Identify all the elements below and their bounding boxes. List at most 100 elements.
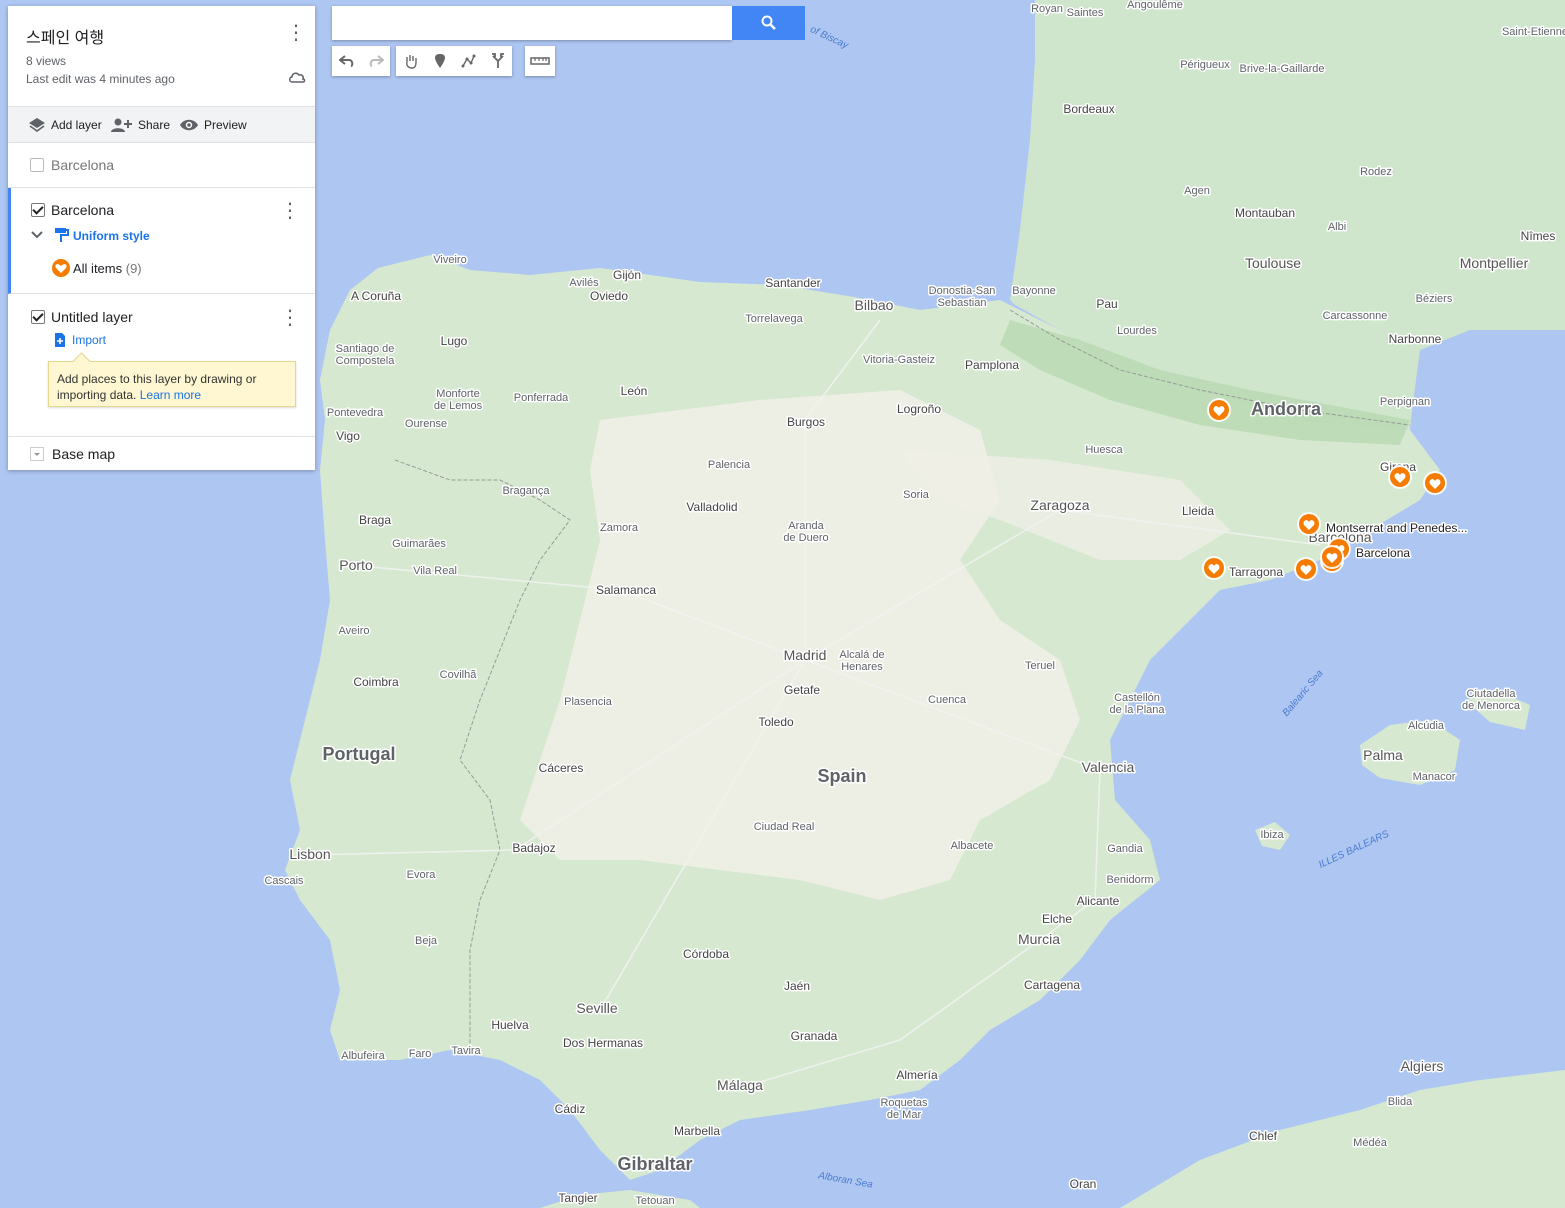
- city-label: Donostia-San Sebastian: [929, 285, 996, 309]
- layer-checkbox[interactable]: [31, 203, 45, 217]
- city-label: Granada: [791, 1029, 838, 1043]
- city-label: Blida: [1388, 1096, 1413, 1108]
- layer-name[interactable]: Barcelona: [51, 202, 114, 218]
- city-label: Oviedo: [590, 289, 628, 303]
- city-label: Cuenca: [928, 694, 967, 706]
- map-options-menu-icon[interactable]: ⋮: [284, 20, 308, 44]
- layers-icon: [29, 117, 45, 132]
- marker-label-barcelona[interactable]: Barcelona: [1355, 545, 1412, 562]
- city-label: Torrelavega: [745, 313, 803, 325]
- country-label-portugal: Portugal: [322, 744, 395, 764]
- city-label: Coimbra: [353, 675, 399, 689]
- city-label: Badajoz: [512, 841, 555, 855]
- city-label: Faro: [409, 1048, 432, 1060]
- import-link[interactable]: Import: [72, 333, 106, 347]
- city-label: Vila Real: [413, 565, 457, 577]
- heart-map-marker[interactable]: [1202, 556, 1226, 580]
- city-label: Royan: [1031, 3, 1063, 15]
- base-map-row[interactable]: Base map: [8, 437, 315, 470]
- marker-label-montserrat[interactable]: Montserrat and Penedes...: [1325, 520, 1469, 537]
- heart-map-marker[interactable]: [1388, 465, 1412, 489]
- layer-checkbox[interactable]: [30, 158, 44, 172]
- city-label: Gijón: [613, 268, 641, 282]
- chevron-down-icon[interactable]: [30, 230, 44, 240]
- heart-map-marker[interactable]: [1320, 545, 1344, 569]
- city-label: Tetouan: [635, 1195, 674, 1207]
- search-button[interactable]: [732, 6, 805, 40]
- city-label: Ibiza: [1260, 829, 1284, 841]
- city-label: Lleida: [1182, 504, 1214, 518]
- city-label: Cáceres: [539, 761, 584, 775]
- city-label: Cascais: [264, 875, 304, 887]
- city-label: Alcúdia: [1408, 720, 1445, 732]
- city-label: Saint-Etienne: [1502, 26, 1565, 38]
- city-label: Avilés: [569, 277, 599, 289]
- city-label: Pontevedra: [327, 407, 384, 419]
- add-marker-button[interactable]: [425, 46, 454, 76]
- heart-map-marker[interactable]: [1207, 398, 1231, 422]
- hand-icon: [405, 55, 417, 69]
- city-label: Almería: [896, 1068, 938, 1082]
- learn-more-link[interactable]: Learn more: [140, 388, 201, 402]
- city-label: Brive-la-Gaillarde: [1240, 63, 1325, 75]
- city-label: Perpignan: [1380, 396, 1430, 408]
- base-map-expand-icon[interactable]: [30, 447, 44, 461]
- draw-line-button[interactable]: [454, 46, 483, 76]
- add-directions-button[interactable]: [483, 46, 512, 76]
- city-label: Angoulême: [1127, 0, 1183, 11]
- city-label: Gandia: [1107, 843, 1143, 855]
- city-label: Agen: [1184, 185, 1210, 197]
- city-label: Lugo: [441, 334, 468, 348]
- city-label: Périgueux: [1180, 59, 1230, 71]
- city-label: Montpellier: [1460, 255, 1529, 271]
- search-input[interactable]: [332, 6, 732, 40]
- city-label: Beja: [415, 935, 438, 947]
- undo-button[interactable]: [332, 46, 361, 76]
- undo-icon: [338, 55, 353, 67]
- all-items-label: All items: [73, 261, 123, 276]
- redo-button[interactable]: [361, 46, 390, 76]
- city-label: Huelva: [491, 1018, 529, 1032]
- layer-name[interactable]: Untitled layer: [51, 309, 133, 325]
- cloud-saved-icon: [289, 72, 306, 83]
- city-label: Porto: [339, 557, 373, 573]
- city-label: Toulouse: [1245, 255, 1301, 271]
- select-items-button[interactable]: [396, 46, 425, 76]
- city-label: Elche: [1042, 912, 1072, 926]
- layer-checkbox[interactable]: [31, 310, 45, 324]
- city-label: Narbonne: [1389, 332, 1442, 346]
- directions-icon: [491, 53, 504, 68]
- layer-name[interactable]: Barcelona: [51, 157, 114, 173]
- heart-map-marker[interactable]: [1297, 512, 1321, 536]
- add-layer-label: Add layer: [51, 117, 102, 132]
- measure-distance-button[interactable]: [525, 46, 554, 76]
- city-label: Viveiro: [433, 254, 466, 266]
- city-label: Bilbao: [855, 297, 894, 313]
- redo-icon: [369, 55, 384, 67]
- add-layer-button[interactable]: Add layer: [28, 107, 102, 142]
- all-items-row[interactable]: All items (9): [73, 261, 142, 276]
- uniform-style-link[interactable]: Uniform style: [73, 229, 150, 243]
- last-edit-status: Last edit was 4 minutes ago: [26, 72, 175, 86]
- city-label: Zaragoza: [1030, 497, 1089, 513]
- city-label: Lourdes: [1117, 325, 1157, 337]
- city-label: Santiago de Compostela: [336, 343, 396, 367]
- city-label: Alicante: [1077, 894, 1120, 908]
- city-label: Salamanca: [596, 583, 656, 597]
- layer-options-menu-icon[interactable]: ⋮: [278, 305, 302, 329]
- map-title[interactable]: 스페인 여행: [26, 24, 104, 48]
- layer-options-menu-icon[interactable]: ⋮: [278, 198, 302, 222]
- undo-redo-group: [332, 46, 390, 76]
- preview-button[interactable]: Preview: [179, 107, 247, 142]
- city-label: León: [621, 384, 648, 398]
- share-label: Share: [138, 117, 171, 132]
- city-label: Seville: [576, 1000, 617, 1016]
- heart-map-marker[interactable]: [1423, 471, 1447, 495]
- city-label: Aveiro: [339, 625, 370, 637]
- search-icon: [761, 15, 776, 30]
- city-label: Béziers: [1416, 293, 1453, 305]
- share-button[interactable]: Share: [111, 107, 170, 142]
- base-map-label: Base map: [52, 446, 116, 462]
- city-label: Teruel: [1025, 660, 1055, 672]
- heart-map-marker[interactable]: [1294, 557, 1318, 581]
